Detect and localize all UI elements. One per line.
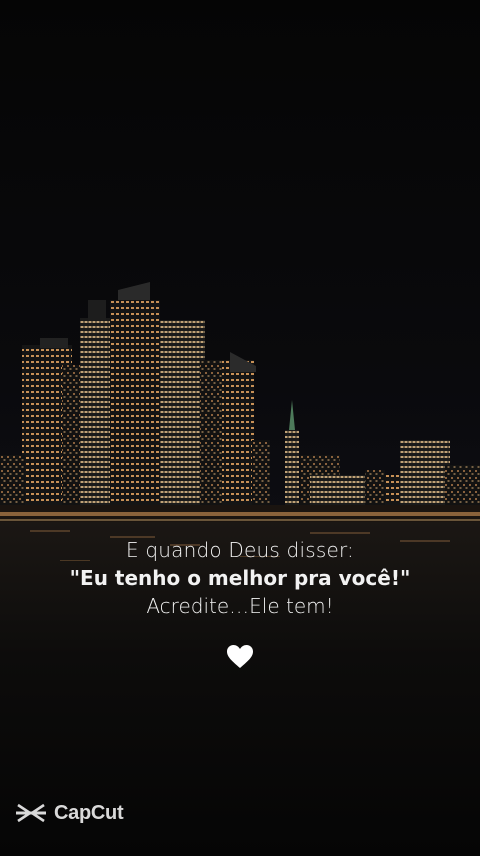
- caption-line-1: E quando Deus disser:: [126, 538, 354, 562]
- caption-line-3: Acredite…Ele tem!: [146, 594, 334, 618]
- capcut-watermark: CapCut: [14, 800, 124, 826]
- capcut-logo-icon: [16, 803, 46, 823]
- city-night-skyline: [0, 0, 480, 856]
- capcut-wordmark: CapCut: [54, 801, 124, 824]
- caption: E quando Deus disser: "Eu tenho o melhor…: [0, 536, 480, 620]
- caption-line-2: "Eu tenho o melhor pra você!": [69, 566, 411, 590]
- white-heart-icon: [227, 645, 253, 668]
